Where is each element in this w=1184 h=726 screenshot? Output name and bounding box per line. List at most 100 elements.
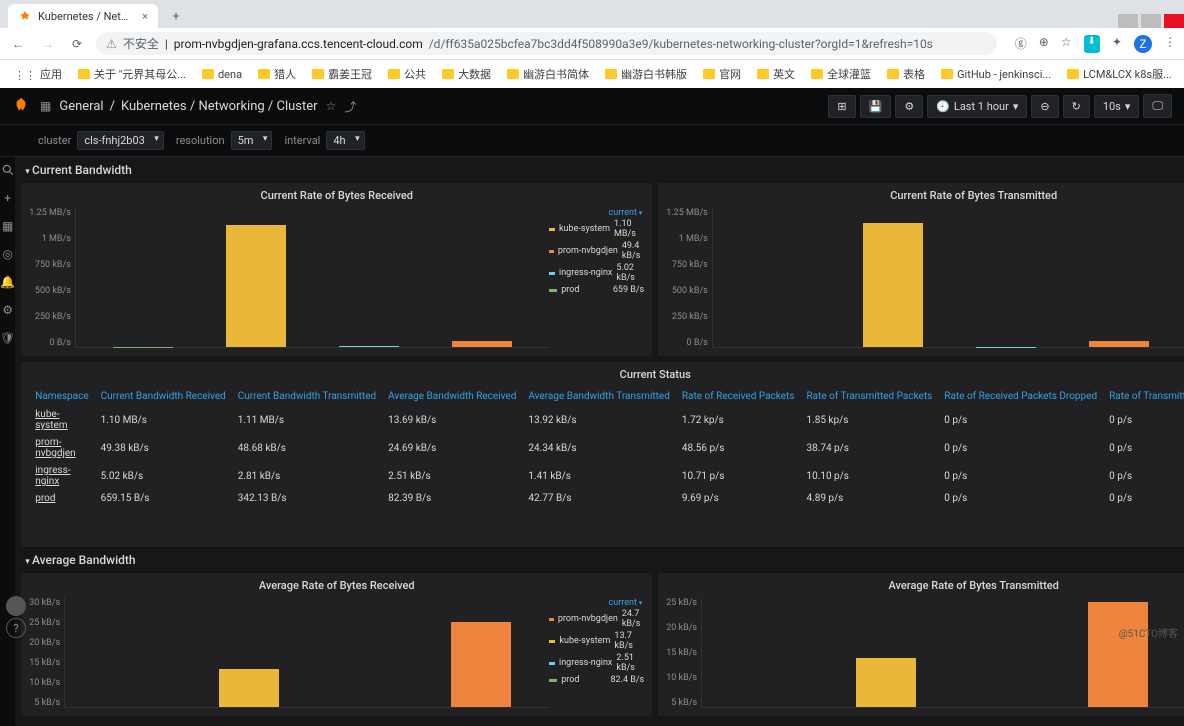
legend-row[interactable]: ingress-nginx5.02 kB/s: [549, 262, 644, 284]
chart-bar[interactable]: [339, 346, 399, 347]
bookmark-item[interactable]: 大数据: [436, 63, 497, 85]
table-header[interactable]: Rate of Transmitted Packets Dropped: [1103, 387, 1184, 406]
chart-bar[interactable]: [1088, 602, 1148, 707]
legend-row[interactable]: ingress-nginx2.51 kB/s: [549, 652, 644, 674]
shield-icon[interactable]: 🛡: [0, 331, 15, 345]
search-icon[interactable]: [1, 163, 15, 177]
var-select-cluster[interactable]: cls-fnhj2b03: [77, 131, 163, 150]
table-header[interactable]: Average Bandwidth Transmitted: [522, 387, 675, 406]
zoom-out-button[interactable]: ⊖: [1031, 95, 1058, 118]
reload-icon[interactable]: ⟳: [68, 33, 86, 55]
chart-bar[interactable]: [452, 341, 512, 347]
bookmark-item[interactable]: 幽游白书韩版: [599, 63, 693, 85]
namespace-cell[interactable]: kube-system: [29, 406, 94, 434]
plus-icon[interactable]: +: [4, 191, 11, 205]
legend-row[interactable]: kube-system13.7 kB/s: [549, 630, 644, 652]
extension-badge[interactable]: ⬇: [1084, 35, 1100, 53]
table-header[interactable]: Current Bandwidth Received: [95, 387, 232, 406]
chart-bar[interactable]: [1089, 341, 1149, 347]
table-header[interactable]: Average Bandwidth Received: [382, 387, 522, 406]
back-icon[interactable]: ←: [8, 33, 28, 55]
chart-plot[interactable]: [75, 208, 549, 348]
new-tab-button[interactable]: +: [164, 4, 188, 28]
row-current-bandwidth[interactable]: Current Bandwidth: [21, 157, 1184, 183]
refresh-button[interactable]: ↻: [1063, 95, 1090, 118]
bookmark-item[interactable]: 英文: [751, 63, 801, 85]
settings-button[interactable]: ⚙: [895, 95, 923, 118]
table-header[interactable]: Rate of Transmitted Packets: [800, 387, 938, 406]
chart-bar[interactable]: [451, 622, 511, 707]
legend-sort[interactable]: current: [549, 208, 644, 218]
gear-icon[interactable]: ⚙: [2, 303, 13, 317]
table-header[interactable]: Rate of Received Packets Dropped: [938, 387, 1103, 406]
chart-plot[interactable]: [64, 598, 549, 708]
table-header[interactable]: Namespace: [29, 387, 94, 406]
chart-bar[interactable]: [856, 658, 916, 707]
bookmark-item[interactable]: 表格: [881, 63, 931, 85]
row-average-bandwidth[interactable]: Average Bandwidth: [21, 547, 1184, 573]
forward-icon[interactable]: →: [38, 33, 58, 55]
help-icon[interactable]: ?: [6, 618, 26, 638]
folder-icon: [507, 69, 519, 79]
bookmark-item[interactable]: 官网: [697, 63, 747, 85]
grafana-logo-icon[interactable]: [12, 97, 30, 115]
dashboards-icon[interactable]: ▦: [2, 219, 13, 233]
namespace-cell[interactable]: prod: [29, 490, 94, 507]
chart-bar[interactable]: [219, 669, 279, 707]
star-icon[interactable]: ☆: [1061, 35, 1072, 53]
menu-icon[interactable]: ⋮: [1164, 35, 1176, 53]
bookmark-item[interactable]: GitHub - jenkinsci...: [935, 65, 1057, 84]
zoom-icon[interactable]: ⊕: [1039, 35, 1049, 53]
legend-row[interactable]: kube-system1.10 MB/s: [549, 218, 644, 240]
chart-bar[interactable]: [863, 223, 923, 347]
translate-icon[interactable]: ⓖ: [1015, 35, 1027, 53]
chart-plot[interactable]: [712, 208, 1184, 348]
browser-tab[interactable]: Kubernetes / Networking / Clu ×: [8, 4, 158, 28]
table-cell: 0 p/s: [938, 462, 1103, 490]
var-select-interval[interactable]: 4h: [326, 131, 364, 150]
user-avatar[interactable]: [6, 596, 26, 616]
explore-icon[interactable]: ◎: [2, 247, 12, 261]
chart-plot[interactable]: [701, 598, 1184, 708]
namespace-cell[interactable]: ingress-nginx: [29, 462, 94, 490]
save-button[interactable]: 💾: [860, 95, 892, 118]
legend-sort[interactable]: current: [549, 598, 644, 608]
table-header[interactable]: Current Bandwidth Transmitted: [232, 387, 382, 406]
alerting-icon[interactable]: 🔔: [0, 275, 15, 289]
namespace-cell[interactable]: prom-nvbgdjen: [29, 434, 94, 462]
bookmark-item[interactable]: 关于 "元界其母公...: [72, 63, 192, 85]
add-panel-button[interactable]: ⊞: [828, 95, 855, 118]
extensions-icon[interactable]: ✦: [1112, 35, 1122, 53]
bookmark-item[interactable]: LCM&LCX k8s服...: [1061, 63, 1178, 85]
table-header[interactable]: Rate of Received Packets: [676, 387, 801, 406]
view-mode-button[interactable]: 🖵: [1143, 94, 1172, 118]
chart-bar[interactable]: [226, 225, 286, 347]
table-cell: 0 p/s: [938, 434, 1103, 462]
panel-toggle-icon[interactable]: ▦: [40, 99, 51, 113]
var-select-resolution[interactable]: 5m: [231, 131, 273, 150]
bookmark-item[interactable]: 公共: [382, 63, 432, 85]
bookmark-item[interactable]: 猎人: [252, 63, 302, 85]
minimize-button[interactable]: [1118, 14, 1138, 28]
breadcrumb-dashboard[interactable]: Kubernetes / Networking / Cluster: [121, 99, 318, 114]
close-icon[interactable]: ×: [142, 10, 148, 23]
legend-row[interactable]: prom-nvbgdjen24.7 kB/s: [549, 608, 644, 630]
bookmark-item[interactable]: 霸姜王冠: [306, 63, 378, 85]
bookmark-item[interactable]: 幽游白书简体: [501, 63, 595, 85]
legend-row[interactable]: prom-nvbgdjen49.4 kB/s: [549, 240, 644, 262]
address-input[interactable]: ⚠ 不安全 | prom-nvbgdjen-grafana.ccs.tencen…: [96, 32, 997, 55]
breadcrumb-folder[interactable]: General: [59, 99, 103, 114]
time-range-picker[interactable]: 🕘 Last 1 hour ▾: [927, 95, 1027, 118]
legend-row[interactable]: prod659 B/s: [549, 284, 644, 296]
bookmark-item[interactable]: dena: [196, 65, 248, 84]
share-icon[interactable]: ⤴: [344, 98, 356, 115]
refresh-interval-picker[interactable]: 10s ▾: [1094, 95, 1140, 118]
window-close-button[interactable]: [1164, 14, 1184, 28]
legend-row[interactable]: prod82.4 B/s: [549, 674, 644, 686]
star-dashboard-icon[interactable]: ☆: [326, 99, 337, 113]
bookmark-item[interactable]: ⋮⋮应用: [8, 63, 68, 85]
bookmark-item[interactable]: 全球灌篮: [805, 63, 877, 85]
profile-icon[interactable]: Z: [1134, 35, 1152, 53]
folder-icon: [605, 69, 617, 79]
maximize-button[interactable]: [1141, 14, 1161, 28]
